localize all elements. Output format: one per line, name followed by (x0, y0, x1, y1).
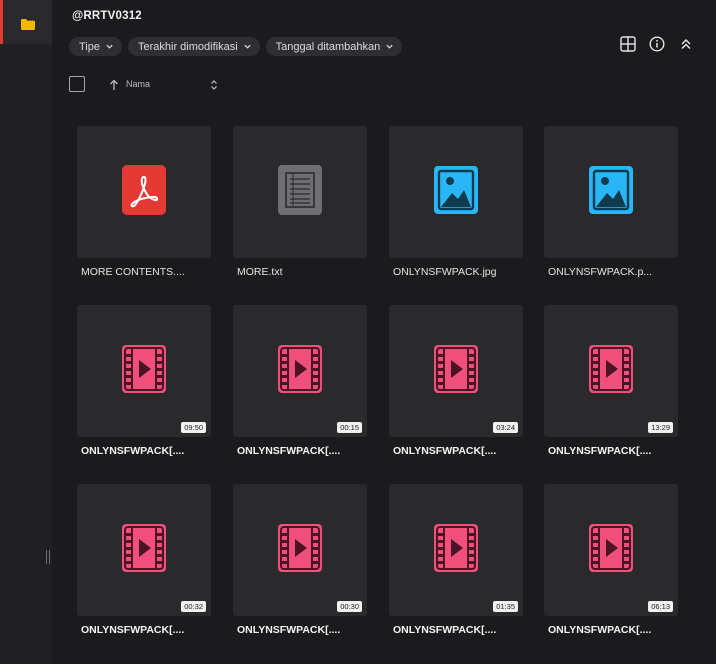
video-file-icon (122, 344, 166, 398)
duration-badge: 09:50 (181, 422, 206, 433)
main-pane: @RRTV0312 Tipe Terakhir dimodifikasi Tan… (52, 0, 716, 664)
image-file-icon (589, 165, 633, 219)
file-thumbnail[interactable]: 09:50 (77, 305, 211, 437)
video-file-icon (434, 344, 478, 398)
file-name[interactable]: ONLYNSFWPACK[.... (544, 624, 678, 636)
panel-resize-handle[interactable] (45, 550, 51, 564)
file-name[interactable]: ONLYNSFWPACK[.... (77, 624, 211, 636)
rail-item-files[interactable] (0, 0, 52, 44)
filter-label: Terakhir dimodifikasi (138, 40, 238, 53)
file-name[interactable]: ONLYNSFWPACK.p... (544, 266, 678, 278)
file-thumbnail[interactable]: 00:15 (233, 305, 367, 437)
file-thumbnail[interactable]: 00:30 (233, 484, 367, 616)
sort-label[interactable]: Nama (126, 79, 150, 89)
filter-modified-chip[interactable]: Terakhir dimodifikasi (128, 37, 260, 56)
file-browser: @RRTV0312 Tipe Terakhir dimodifikasi Tan… (0, 0, 716, 664)
file-thumbnail[interactable] (544, 126, 678, 258)
file-thumbnail[interactable]: 13:29 (544, 305, 678, 437)
video-file-icon (589, 344, 633, 398)
chevron-down-icon (386, 43, 393, 50)
duration-badge: 01:35 (493, 601, 518, 612)
file-thumbnail[interactable] (389, 126, 523, 258)
sort-ascending-icon[interactable] (109, 78, 119, 90)
file-thumbnail[interactable]: 06:13 (544, 484, 678, 616)
file-tile[interactable]: ONLYNSFWPACK.p... (544, 126, 678, 278)
file-tile[interactable]: 13:29 ONLYNSFWPACK[.... (544, 305, 678, 457)
image-file-icon (434, 165, 478, 219)
video-file-icon (434, 523, 478, 577)
chevron-down-icon (106, 43, 113, 50)
filter-added-chip[interactable]: Tanggal ditambahkan (265, 37, 403, 56)
duration-badge: 00:32 (181, 601, 206, 612)
collapse-icon[interactable] (678, 36, 694, 52)
filter-bar: Tipe Terakhir dimodifikasi Tanggal ditam… (69, 37, 403, 56)
folder-icon (20, 17, 35, 30)
file-name[interactable]: ONLYNSFWPACK[.... (233, 624, 367, 636)
file-tile[interactable]: ONLYNSFWPACK.jpg (389, 126, 523, 278)
video-file-icon (278, 344, 322, 398)
pdf-file-icon (122, 164, 166, 220)
duration-badge: 00:30 (337, 601, 362, 612)
duration-badge: 06:13 (648, 601, 673, 612)
page-title: @RRTV0312 (72, 10, 142, 22)
file-tile[interactable]: 06:13 ONLYNSFWPACK[.... (544, 484, 678, 636)
video-file-icon (589, 523, 633, 577)
duration-badge: 00:15 (337, 422, 362, 433)
video-file-icon (278, 523, 322, 577)
info-icon[interactable] (649, 36, 665, 52)
text-file-icon (278, 164, 322, 220)
file-tile[interactable]: 09:50 ONLYNSFWPACK[.... (77, 305, 211, 457)
file-tile[interactable]: 01:35 ONLYNSFWPACK[.... (389, 484, 523, 636)
file-thumbnail[interactable] (233, 126, 367, 258)
sort-bar: Nama (69, 76, 218, 92)
file-tile[interactable]: 03:24 ONLYNSFWPACK[.... (389, 305, 523, 457)
video-file-icon (122, 523, 166, 577)
filter-type-chip[interactable]: Tipe (69, 37, 122, 56)
filter-label: Tanggal ditambahkan (275, 40, 381, 53)
filter-label: Tipe (79, 40, 100, 53)
file-name[interactable]: ONLYNSFWPACK[.... (389, 624, 523, 636)
file-name[interactable]: MORE CONTENTS.... (77, 266, 211, 278)
duration-badge: 03:24 (493, 422, 518, 433)
file-tile[interactable]: 00:30 ONLYNSFWPACK[.... (233, 484, 367, 636)
file-thumbnail[interactable]: 03:24 (389, 305, 523, 437)
chevron-down-icon (244, 43, 251, 50)
file-tile[interactable]: 00:32 ONLYNSFWPACK[.... (77, 484, 211, 636)
grid-view-icon[interactable] (620, 36, 636, 52)
file-name[interactable]: ONLYNSFWPACK[.... (389, 445, 523, 457)
file-tile[interactable]: 00:15 ONLYNSFWPACK[.... (233, 305, 367, 457)
file-name[interactable]: ONLYNSFWPACK[.... (77, 445, 211, 457)
file-name[interactable]: ONLYNSFWPACK[.... (233, 445, 367, 457)
file-name[interactable]: ONLYNSFWPACK.jpg (389, 266, 523, 278)
toolbar (620, 36, 694, 52)
duration-badge: 13:29 (648, 422, 673, 433)
sort-toggle-icon[interactable] (210, 78, 218, 90)
side-rail (0, 0, 52, 664)
file-name[interactable]: ONLYNSFWPACK[.... (544, 445, 678, 457)
file-thumbnail[interactable]: 00:32 (77, 484, 211, 616)
select-all-checkbox[interactable] (69, 76, 85, 92)
file-tile[interactable]: MORE CONTENTS.... (77, 126, 211, 278)
file-thumbnail[interactable] (77, 126, 211, 258)
file-name[interactable]: MORE.txt (233, 266, 367, 278)
file-tile[interactable]: MORE.txt (233, 126, 367, 278)
file-thumbnail[interactable]: 01:35 (389, 484, 523, 616)
